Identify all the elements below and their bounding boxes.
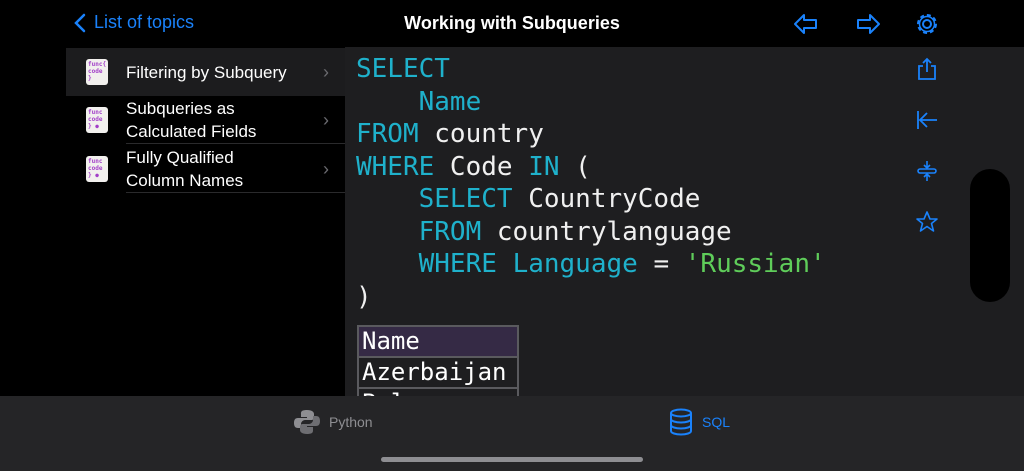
locked-code-file-icon: func code} ● (86, 107, 108, 133)
tab-sql[interactable]: SQL (668, 408, 730, 436)
arrow-right-icon[interactable] (854, 10, 882, 38)
divider (126, 192, 345, 193)
home-indicator[interactable] (381, 457, 643, 462)
topic-item-filtering-by-subquery[interactable]: func{code} Filtering by Subquery › (66, 48, 345, 96)
result-table: Name Azerbaijan Bel... (357, 325, 519, 396)
python-icon (294, 410, 320, 434)
topic-list: func{code} Filtering by Subquery › func c… (66, 47, 345, 396)
table-cell: Azerbaijan (357, 356, 519, 389)
sql-code-block: SELECT Name FROM country WHERE Code IN (… (356, 54, 826, 312)
locked-code-file-icon: func code} ● (86, 156, 108, 182)
tab-label: SQL (702, 414, 731, 430)
chevron-right-icon: › (323, 61, 329, 82)
collapse-left-icon[interactable] (915, 108, 939, 132)
gear-icon[interactable] (913, 10, 941, 38)
column-header: Name (357, 325, 519, 358)
chevron-right-icon: › (323, 109, 329, 130)
star-icon[interactable] (915, 210, 939, 234)
tab-label: Python (329, 414, 373, 430)
topic-label: Subqueries as Calculated Fields (126, 99, 257, 141)
divider (126, 143, 345, 144)
topic-label: Fully Qualified Column Names (126, 148, 244, 190)
topic-label: Filtering by Subquery (126, 62, 287, 82)
content-panel: SELECT Name FROM country WHERE Code IN (… (345, 47, 1024, 396)
tab-python[interactable]: Python (293, 408, 373, 436)
topic-item-fully-qualified-column-names[interactable]: func code} ● Fully Qualified Column Names… (66, 145, 345, 193)
nav-bar: List of topics Working with Subqueries (0, 0, 1024, 47)
scroll-handle[interactable] (970, 169, 1010, 302)
compress-vertical-icon[interactable] (915, 159, 939, 183)
share-icon[interactable] (915, 57, 939, 81)
database-icon (670, 408, 692, 436)
topic-item-subqueries-calculated-fields[interactable]: func code} ● Subqueries as Calculated Fie… (66, 96, 345, 144)
table-cell: Bel... (357, 387, 519, 396)
arrow-left-icon[interactable] (792, 10, 820, 38)
code-file-icon: func{code} (86, 59, 108, 85)
chevron-right-icon: › (323, 158, 329, 179)
